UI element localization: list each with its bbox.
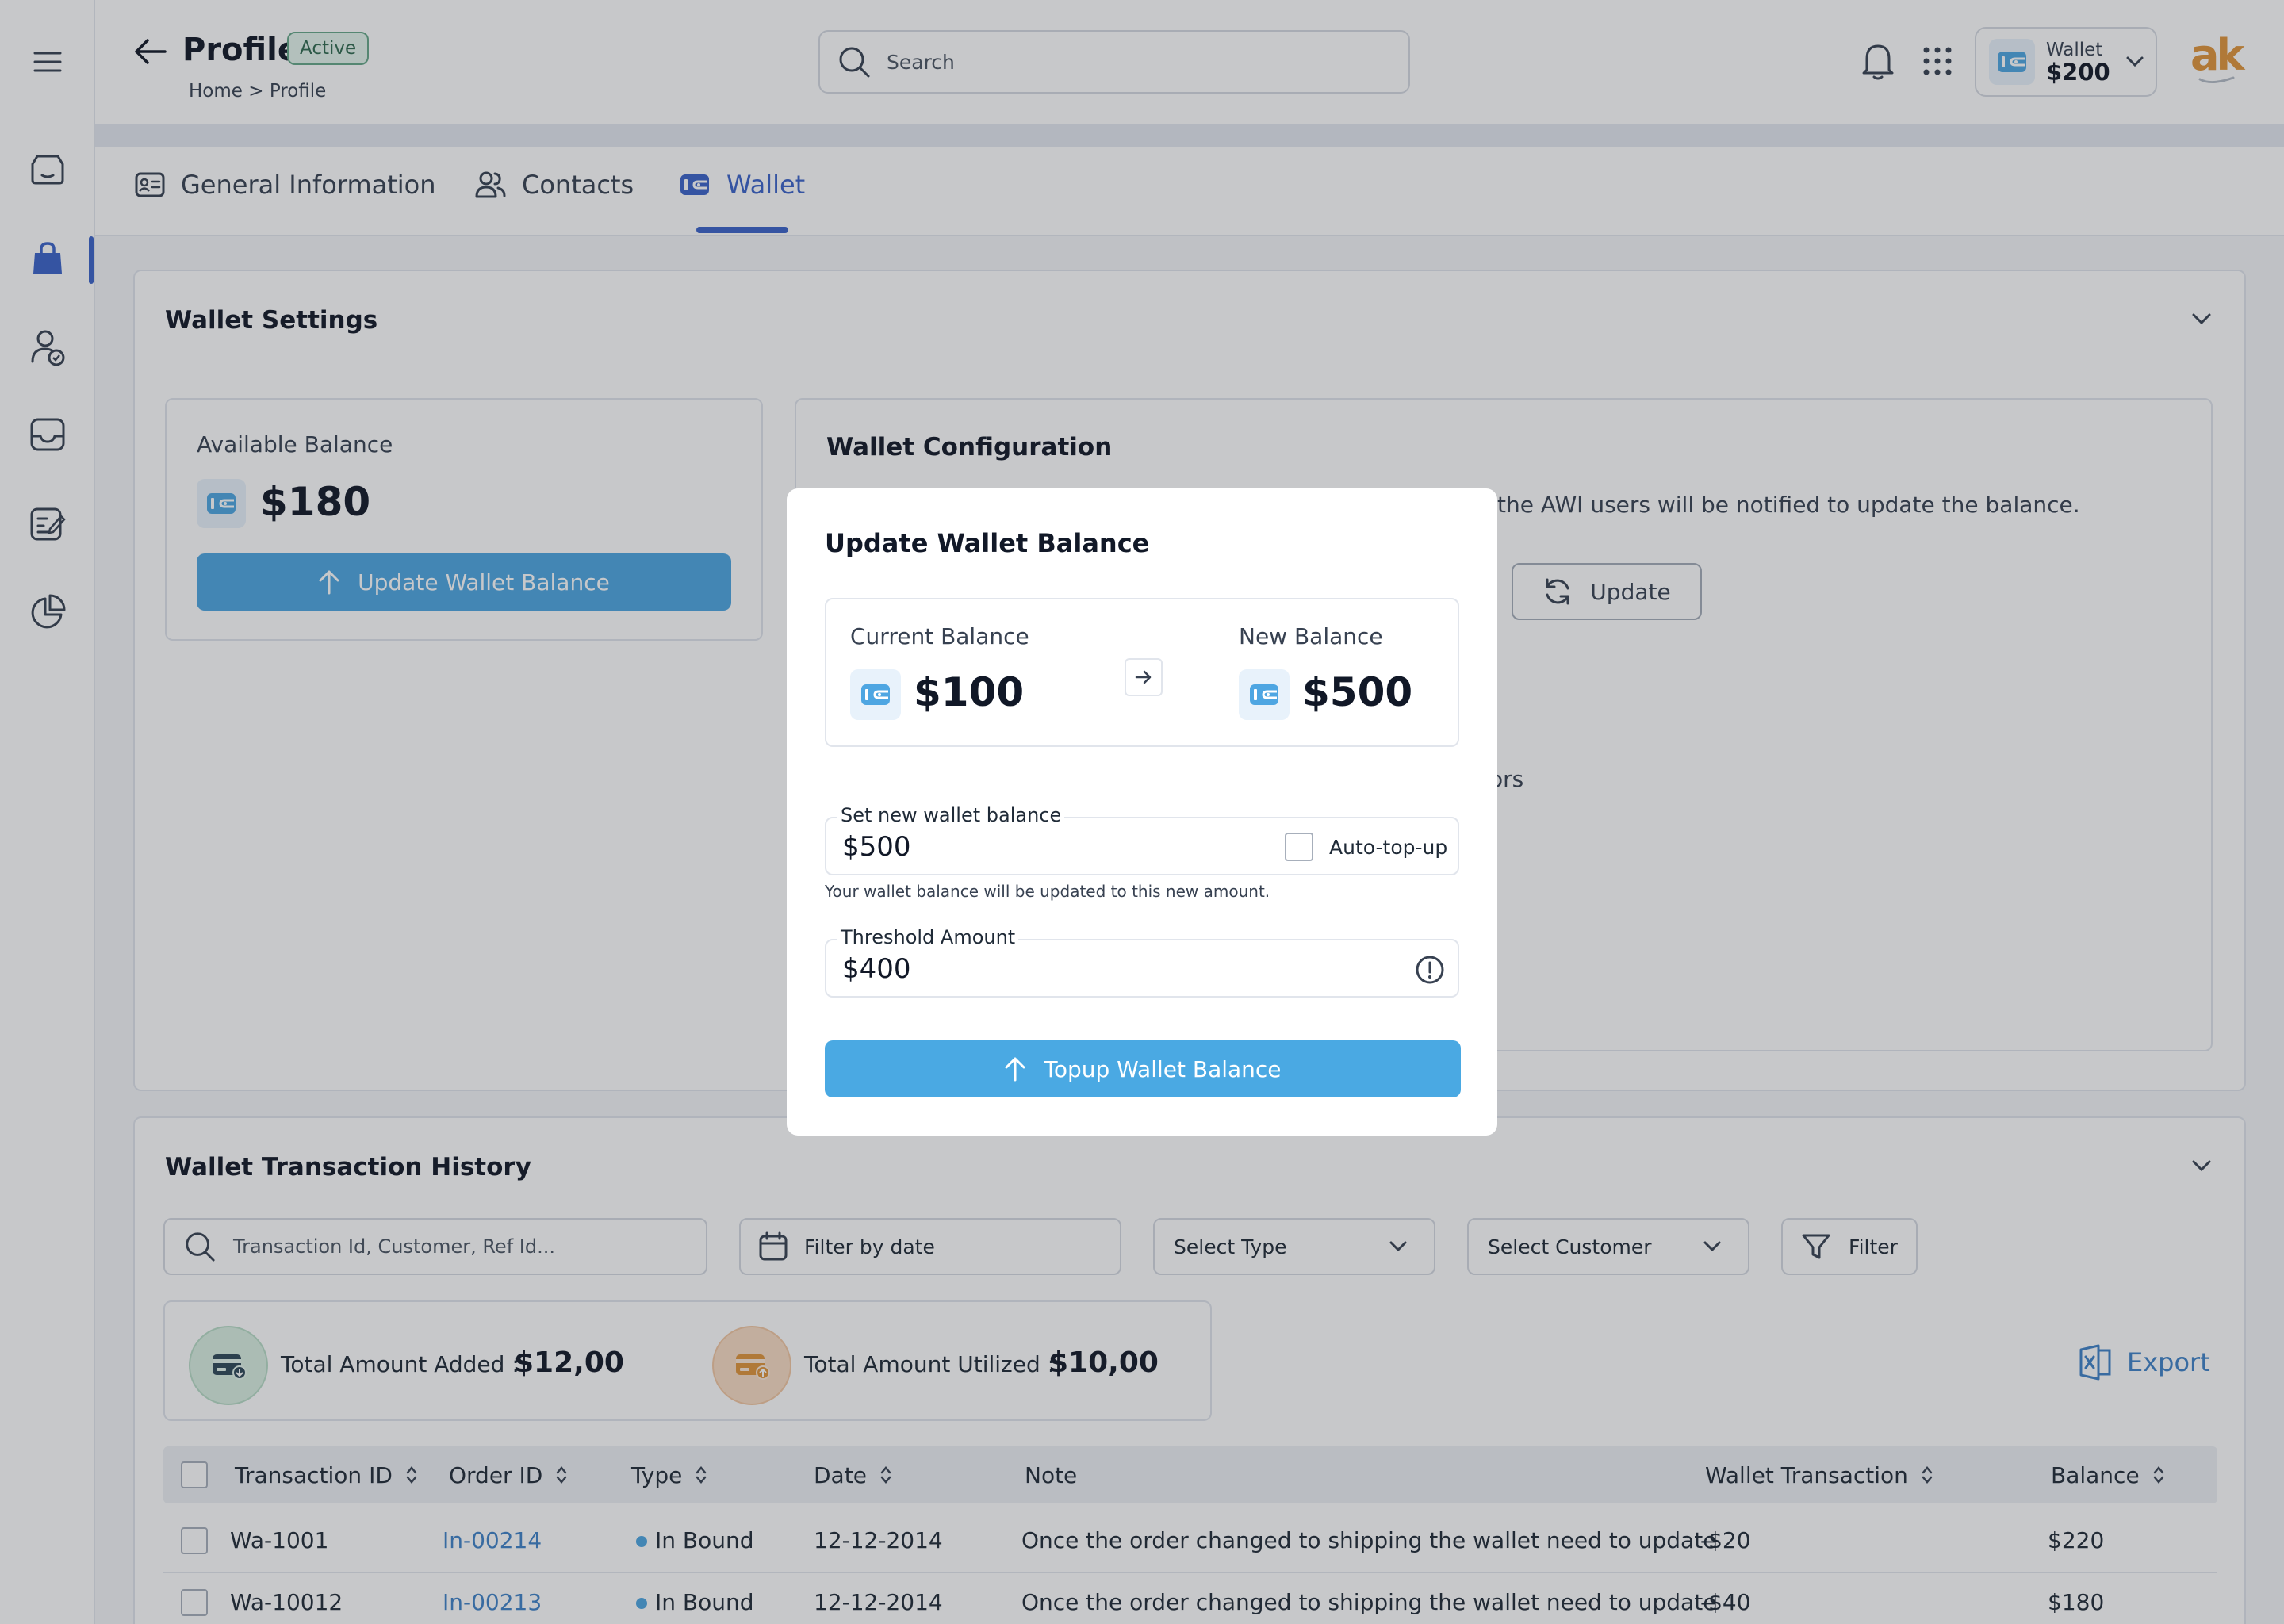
helper-text: Your wallet balance will be updated to t… — [825, 882, 1270, 901]
auto-topup-label: Auto-top-up — [1329, 835, 1448, 859]
current-balance-value: $100 — [914, 669, 1025, 715]
balance-comparison-box: Current Balance $100 New Balance $500 — [825, 598, 1459, 747]
current-balance-label: Current Balance — [850, 623, 1029, 649]
arrow-up-icon — [1004, 1056, 1026, 1082]
new-wallet-balance-value: $500 — [842, 831, 911, 863]
info-icon[interactable] — [1415, 955, 1445, 985]
auto-topup-checkbox[interactable] — [1285, 833, 1313, 861]
arrow-right-icon — [1125, 658, 1163, 696]
new-wallet-balance-label: Set new wallet balance — [837, 804, 1065, 826]
button-label: Topup Wallet Balance — [1044, 1055, 1282, 1082]
topup-wallet-balance-button[interactable]: Topup Wallet Balance — [825, 1040, 1461, 1097]
threshold-amount-label: Threshold Amount — [837, 926, 1019, 948]
new-balance-label: New Balance — [1239, 623, 1383, 649]
wallet-icon — [1239, 669, 1290, 720]
new-balance-value: $500 — [1302, 669, 1413, 715]
threshold-amount-value: $400 — [842, 953, 911, 985]
wallet-icon — [850, 669, 901, 720]
auto-topup-toggle[interactable]: Auto-top-up — [1285, 833, 1447, 861]
update-wallet-balance-modal: Update Wallet Balance Current Balance $1… — [787, 488, 1497, 1136]
modal-title: Update Wallet Balance — [825, 528, 1150, 558]
